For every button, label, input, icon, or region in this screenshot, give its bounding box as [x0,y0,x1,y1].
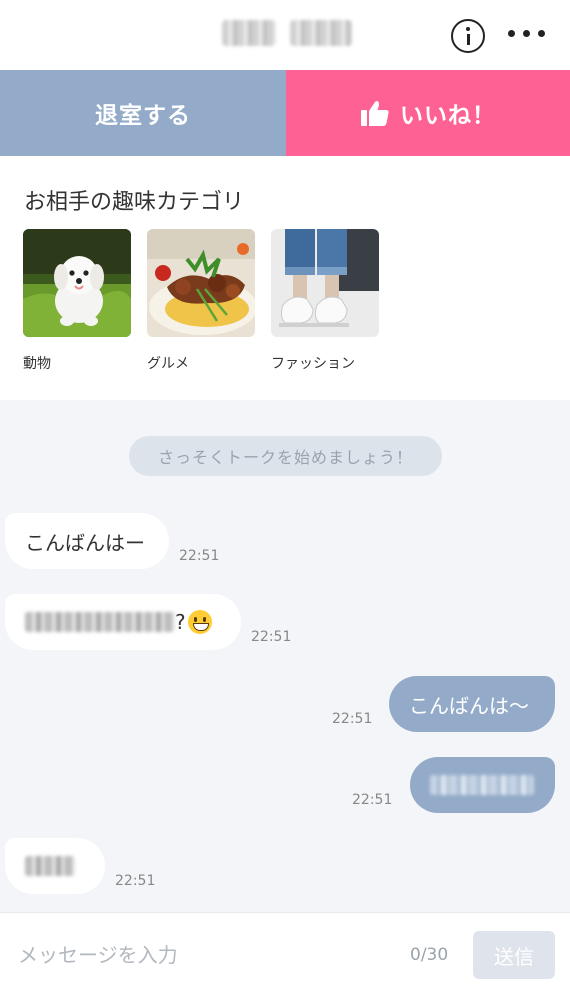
system-message: さっそくトークを始めましょう！ [129,436,442,476]
blurred-message-text [25,856,75,876]
more-dot [508,30,515,37]
action-bar: 退室する いいね！ [0,70,570,156]
message-bubble-incoming: ? [5,594,241,650]
message-text: こんばんはー [25,530,145,555]
message-input[interactable] [18,935,388,975]
blurred-message-text [430,775,534,795]
blurred-name-part [290,20,352,46]
like-button-label: いいね！ [400,103,496,129]
message-bubble-outgoing: こんばんは〜 [389,676,555,732]
message-input-bar: 0/30 送信 [0,912,570,992]
message-bubble-incoming: こんばんはー [5,513,169,569]
food-photo [147,229,255,337]
message-time: 22:51 [332,711,373,727]
hobby-category-gourmet[interactable]: グルメ [147,229,255,372]
hobby-category-fashion[interactable]: ファッション [271,229,379,372]
hobby-category-label: 動物 [23,356,51,372]
message-time: 22:51 [179,548,220,564]
hobby-category-label: グルメ [147,356,189,372]
message-bubble-outgoing [410,757,555,813]
thumbs-up-icon [360,99,390,127]
send-button[interactable]: 送信 [473,931,555,979]
like-button[interactable]: いいね！ [286,70,570,156]
hobby-section-title: お相手の趣味カテゴリ [24,190,245,215]
chat-header [0,0,570,70]
more-icon[interactable] [508,30,548,42]
leave-button-label: 退室する [95,103,191,129]
leave-button[interactable]: 退室する [0,70,286,156]
hobby-categories: お相手の趣味カテゴリ 動物 グルメ ファッション [0,156,570,400]
hobby-category-label: ファッション [271,356,355,372]
dog-photo [23,229,131,337]
message-time: 22:51 [251,629,292,645]
partner-name-blurred [222,20,352,46]
character-counter: 0/30 [410,945,449,965]
info-icon[interactable] [451,19,485,53]
message-bubble-incoming [5,838,105,894]
message-time: 22:51 [115,873,156,889]
hobby-category-animals[interactable]: 動物 [23,229,131,372]
grinning-face-emoji [187,610,212,634]
blurred-message-text [25,612,175,632]
message-time: 22:51 [352,792,393,808]
more-dot [538,30,545,37]
sneakers-photo [271,229,379,337]
message-text: ? [175,610,186,634]
chat-thread[interactable]: さっそくトークを始めましょう！ こんばんはー 22:51 ? 22:51 22:… [0,400,570,912]
blurred-name-part [222,20,276,46]
more-dot [523,30,530,37]
message-text: こんばんは〜 [409,693,529,718]
